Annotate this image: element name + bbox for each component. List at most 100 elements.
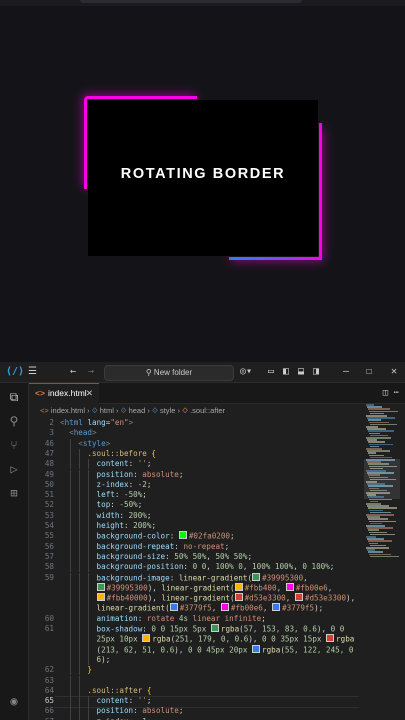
indent-guide <box>70 654 72 666</box>
color-swatch[interactable] <box>252 644 261 653</box>
color-swatch[interactable] <box>285 582 294 591</box>
color-swatch[interactable] <box>220 603 229 612</box>
color-swatch[interactable] <box>142 634 151 643</box>
indent-guide <box>79 541 81 552</box>
split-editor-icon[interactable]: ◫ ⋯ <box>383 383 399 403</box>
layout-toggle-icon[interactable]: ▭ <box>268 362 274 382</box>
forward-arrow-icon[interactable]: → <box>88 362 94 382</box>
indent-guide <box>79 654 81 666</box>
code-text: left: -50%; <box>96 490 147 500</box>
breadcrumb-item[interactable]: head <box>129 406 146 415</box>
search-sidebar-icon[interactable]: ⚲ <box>6 413 22 429</box>
code-editor[interactable]: 2 <html lang="en"> 3 <head> 46 <style> 47 .soul… <box>29 418 359 720</box>
editor-scrollbar[interactable] <box>400 404 405 720</box>
indent-guide <box>70 490 72 501</box>
color-swatch[interactable] <box>96 582 105 591</box>
code-text: width: 200%; <box>96 510 152 520</box>
html-file-icon: <> <box>40 406 49 415</box>
panel-bottom-icon[interactable]: ⬓ <box>298 362 304 382</box>
code-line[interactable]: 2 <html lang="en"> <box>29 418 359 428</box>
indent-guide <box>79 479 81 491</box>
code-line[interactable]: 46 <style> <box>29 439 359 449</box>
tab-index-html[interactable]: <> index.html ✕ <box>29 383 99 404</box>
breadcrumb-item[interactable]: style <box>160 406 175 415</box>
indent-guide <box>70 459 72 470</box>
color-swatch[interactable] <box>234 593 243 602</box>
indent-guide <box>79 665 81 676</box>
indent-guide <box>70 582 72 594</box>
code-text: 25px 10px rgba(251, 179, 0, 0.6), 0 0 35… <box>96 634 355 644</box>
minimap[interactable] <box>364 404 404 720</box>
line-number: 61 <box>44 624 54 633</box>
color-swatch[interactable] <box>326 634 335 643</box>
line-number: 47 <box>44 448 54 458</box>
account-icon[interactable]: ◉ <box>6 693 22 709</box>
color-swatch[interactable] <box>210 624 219 632</box>
line-number: 51 <box>44 490 54 500</box>
minimize-icon[interactable]: — <box>343 362 349 382</box>
color-swatch[interactable] <box>169 603 178 612</box>
code-text: background-repeat: no-repeat; <box>96 541 230 551</box>
back-arrow-icon[interactable]: ← <box>70 362 76 382</box>
indent-guide <box>88 551 90 563</box>
code-text: box-shadow: 0 0 15px 5px rgba(57, 153, 8… <box>96 624 345 634</box>
indent-guide <box>70 624 72 635</box>
line-number: 62 <box>44 665 54 675</box>
line-number: 55 <box>44 531 54 541</box>
explorer-icon[interactable]: ⧉ <box>6 389 22 405</box>
panel-right-icon[interactable]: ◨ <box>313 362 319 382</box>
title-bar: ⟨/⟩ ☰ ← → ⚲ New folder ◎▾ ▭ ◧ ⬓ ◨ — ☐ ✕ <box>0 362 405 383</box>
line-number: 57 <box>44 551 54 561</box>
code-line[interactable]: 3 <head> <box>29 428 359 438</box>
line-number: 58 <box>44 562 54 572</box>
color-swatch[interactable] <box>96 593 105 602</box>
source-control-icon[interactable]: ⑂ <box>6 437 22 453</box>
indent-guide <box>79 500 81 511</box>
breadcrumb-item[interactable]: .soul::after <box>190 406 225 415</box>
indent-guide <box>88 644 90 655</box>
extensions-icon[interactable]: ⊞ <box>6 485 22 501</box>
indent-guide <box>70 562 72 573</box>
indent-guide <box>70 696 72 707</box>
indent-guide <box>88 469 90 480</box>
indent-guide <box>79 706 81 717</box>
color-swatch[interactable] <box>252 572 261 581</box>
color-swatch[interactable] <box>272 603 281 612</box>
indent-guide <box>88 582 90 594</box>
hamburger-icon[interactable]: ☰ <box>28 362 37 382</box>
breadcrumb-item[interactable]: index.html <box>51 406 85 415</box>
code-text: animation: rotate 4s linear infinite; <box>96 613 266 623</box>
code-text: z-index: -2; <box>96 479 152 489</box>
color-swatch[interactable] <box>234 582 243 591</box>
tag-icon: ⟐ <box>91 406 98 415</box>
color-swatch[interactable] <box>178 531 187 540</box>
indent-guide <box>70 469 72 480</box>
close-tab-icon[interactable]: ✕ <box>86 384 93 403</box>
indent-guide <box>88 624 90 635</box>
indent-guide <box>79 521 81 532</box>
command-center-search[interactable]: ⚲ New folder <box>104 365 234 381</box>
indent-guide <box>70 644 72 655</box>
code-text: background-color: #02fa0200; <box>96 531 235 541</box>
code-text: top: -50%; <box>96 500 143 510</box>
panel-left-icon[interactable]: ◧ <box>283 362 289 382</box>
indent-guide <box>70 500 72 511</box>
code-text: content: ''; <box>96 459 152 469</box>
close-window-icon[interactable]: ✕ <box>391 362 397 382</box>
editor-tabs: <> index.html ✕ ◫ ⋯ <box>29 383 405 404</box>
selector-icon: ◇ <box>182 406 188 415</box>
html-file-icon: <> <box>35 388 45 398</box>
copilot-icon[interactable]: ◎▾ <box>240 362 252 382</box>
indent-guide <box>79 531 81 542</box>
indent-guide <box>88 541 90 552</box>
indent-guide <box>88 634 90 645</box>
indent-guide <box>88 613 90 624</box>
indent-guide <box>79 510 81 521</box>
run-debug-icon[interactable]: ▷ <box>6 461 22 477</box>
indent-guide <box>79 685 81 697</box>
breadcrumb-item[interactable]: html <box>100 406 114 415</box>
indent-guide <box>70 706 72 717</box>
color-swatch[interactable] <box>294 593 303 602</box>
indent-guide <box>88 562 90 573</box>
maximize-icon[interactable]: ☐ <box>366 362 372 382</box>
